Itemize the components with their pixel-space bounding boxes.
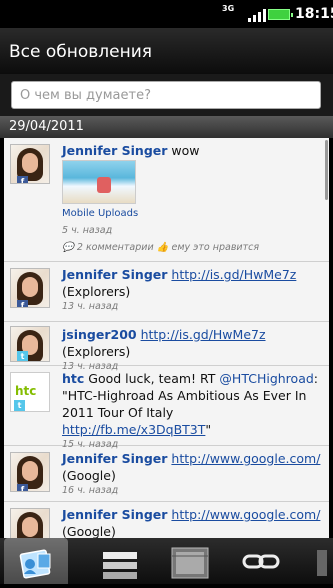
feed-list[interactable]: f Jennifer Singer wow Mobile Uploads 5 ч… [4,138,329,538]
tab-more[interactable] [305,538,333,584]
post-text: (Google) [62,468,116,483]
author-name[interactable]: jsinger200 [62,327,137,342]
bottom-tab-bar [0,538,333,584]
network-type: 3G [222,4,235,13]
updates-icon [19,549,51,579]
attachment-label[interactable]: Mobile Uploads [62,208,138,219]
twitter-icon: t [14,400,25,411]
avatar[interactable]: t [10,326,50,362]
feed-item[interactable]: f Jennifer Singer http://www.google.com/… [4,446,329,502]
post-time: 5 ч. назад [62,225,113,236]
htc-logo[interactable]: htc t [10,372,50,412]
status-input[interactable] [11,81,321,109]
post-link[interactable]: http://is.gd/HwMe7z [171,267,296,282]
post-time: 16 ч. назад [62,485,119,496]
post-link[interactable]: http://www.google.com/ [171,451,320,466]
avatar[interactable]: f [10,508,50,538]
avatar[interactable]: f [10,268,50,308]
post-link[interactable]: http://is.gd/HwMe7z [141,327,266,342]
avatar[interactable]: f [10,452,50,492]
header: Все обновления [0,28,333,74]
facebook-icon: f [17,176,28,183]
date-label: 29/04/2011 [9,119,84,134]
photo-thumbnail[interactable] [62,160,136,204]
post-time: 13 ч. назад [62,301,119,312]
post-text: (Google) [62,524,116,538]
tab-status-list[interactable] [90,538,150,584]
post-text: (Explorers) [62,284,131,299]
feed-item[interactable]: f Jennifer Singer http://is.gd/HwMe7z (E… [4,262,329,322]
comments-count[interactable]: 2 комментарии [77,242,154,253]
author-name[interactable]: Jennifer Singer [62,451,167,466]
post-text: (Explorers) [62,344,131,359]
tab-updates[interactable] [4,538,68,584]
post-text: Good luck, team! RT [84,371,220,386]
links-icon [242,554,280,569]
photos-icon [171,547,209,579]
mention[interactable]: @HTCHighroad [219,371,313,386]
page-title: Все обновления [9,42,153,62]
avatar[interactable]: f [10,144,50,184]
signal-icon [248,6,266,22]
feed-item[interactable]: htc t htc Good luck, team! RT @HTCHighro… [4,366,329,450]
author-name[interactable]: Jennifer Singer [62,267,167,282]
scrollbar[interactable] [325,140,328,200]
facebook-icon: f [17,300,28,307]
more-icon [317,550,327,576]
battery-icon [268,9,293,20]
status-list-icon [103,552,137,579]
status-bar: 3G 18:15 [0,0,333,28]
composer [0,74,333,116]
feed-item[interactable]: f Jennifer Singer wow Mobile Uploads 5 ч… [4,138,329,262]
author-name[interactable]: Jennifer Singer [62,507,167,522]
tab-links[interactable] [232,538,292,584]
post-text-3: " [205,422,212,437]
feed-item[interactable]: f Jennifer Singer http://www.google.com/… [4,502,329,538]
post-link[interactable]: http://www.google.com/ [171,507,320,522]
author-name[interactable]: htc [62,371,84,386]
post-text: wow [167,143,200,158]
comment-icon: 💬 [62,242,74,253]
author-name[interactable]: Jennifer Singer [62,143,167,158]
feed-item[interactable]: t jsinger200 http://is.gd/HwMe7z (Explor… [4,322,329,372]
like-icon: 👍 [156,242,169,253]
twitter-icon: t [17,351,28,361]
post-link[interactable]: http://fb.me/x3DqBT3T [62,422,205,437]
tab-photos[interactable] [160,538,220,584]
likes-text[interactable]: ему это нравится [172,242,260,253]
clock: 18:15 [295,6,333,22]
facebook-icon: f [17,484,28,491]
date-header: 29/04/2011 [0,116,333,138]
